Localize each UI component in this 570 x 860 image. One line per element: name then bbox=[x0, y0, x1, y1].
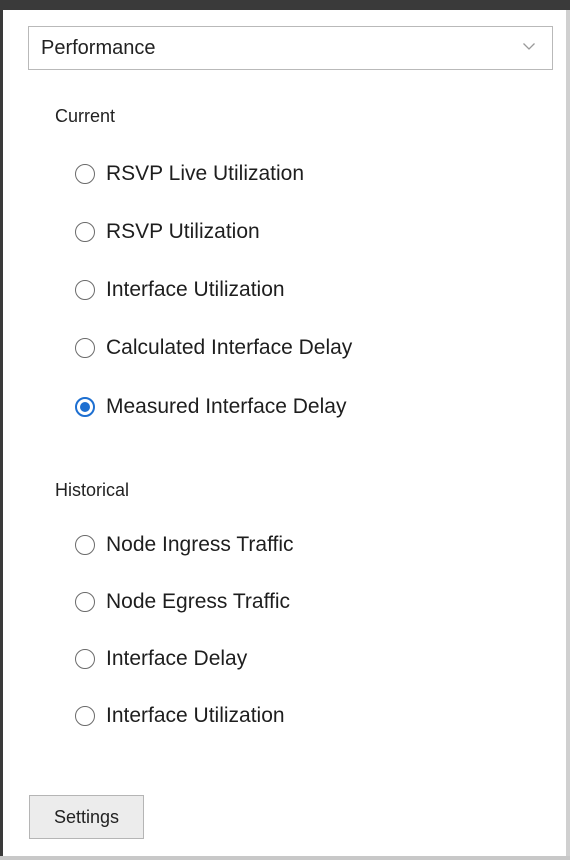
radio-option-measured-interface-delay[interactable]: Measured Interface Delay bbox=[75, 390, 346, 424]
panel-window: Performance Current RSVP Live Utilizatio… bbox=[0, 0, 570, 860]
radio-option-interface-utilization[interactable]: Interface Utilization bbox=[75, 273, 285, 307]
radio-label: Node Egress Traffic bbox=[106, 590, 291, 613]
radio-button[interactable] bbox=[75, 592, 95, 612]
radio-option-rsvp-live-utilization[interactable]: RSVP Live Utilization bbox=[75, 157, 304, 191]
current-section-heading: Current bbox=[55, 106, 116, 126]
window-left-border bbox=[0, 10, 8, 860]
view-select[interactable]: Performance bbox=[28, 26, 553, 70]
historical-section-heading: Historical bbox=[55, 480, 130, 500]
radio-label: Node Ingress Traffic bbox=[106, 533, 294, 556]
radio-label: Calculated Interface Delay bbox=[106, 336, 353, 359]
radio-button[interactable] bbox=[75, 338, 95, 358]
radio-label: Measured Interface Delay bbox=[106, 395, 347, 418]
radio-label: RSVP Utilization bbox=[106, 220, 260, 243]
view-select-value: Performance bbox=[41, 37, 156, 59]
radio-button[interactable] bbox=[75, 280, 95, 300]
performance-panel: Performance Current RSVP Live Utilizatio… bbox=[8, 10, 566, 856]
radio-label: RSVP Live Utilization bbox=[106, 162, 305, 185]
radio-option-node-ingress-traffic[interactable]: Node Ingress Traffic bbox=[75, 528, 294, 562]
settings-button[interactable]: Settings bbox=[29, 795, 144, 839]
radio-button[interactable] bbox=[75, 222, 95, 242]
window-top-border bbox=[0, 0, 570, 10]
radio-option-interface-delay[interactable]: Interface Delay bbox=[75, 642, 247, 676]
radio-option-rsvp-utilization[interactable]: RSVP Utilization bbox=[75, 215, 260, 249]
radio-label: Interface Utilization bbox=[106, 278, 285, 301]
chevron-down-icon bbox=[523, 43, 535, 50]
radio-button[interactable] bbox=[75, 164, 95, 184]
radio-button[interactable] bbox=[75, 649, 95, 669]
radio-label: Interface Delay bbox=[106, 647, 248, 670]
radio-option-calculated-interface-delay[interactable]: Calculated Interface Delay bbox=[75, 331, 352, 365]
radio-option-node-egress-traffic[interactable]: Node Egress Traffic bbox=[75, 585, 290, 619]
window-bottom-border bbox=[0, 856, 570, 860]
radio-button[interactable] bbox=[75, 535, 95, 555]
radio-button[interactable] bbox=[75, 706, 95, 726]
radio-button-selected[interactable] bbox=[75, 397, 95, 417]
radio-label: Interface Utilization bbox=[106, 704, 285, 727]
radio-option-historical-interface-utilization[interactable]: Interface Utilization bbox=[75, 699, 285, 733]
window-right-border bbox=[566, 10, 570, 860]
